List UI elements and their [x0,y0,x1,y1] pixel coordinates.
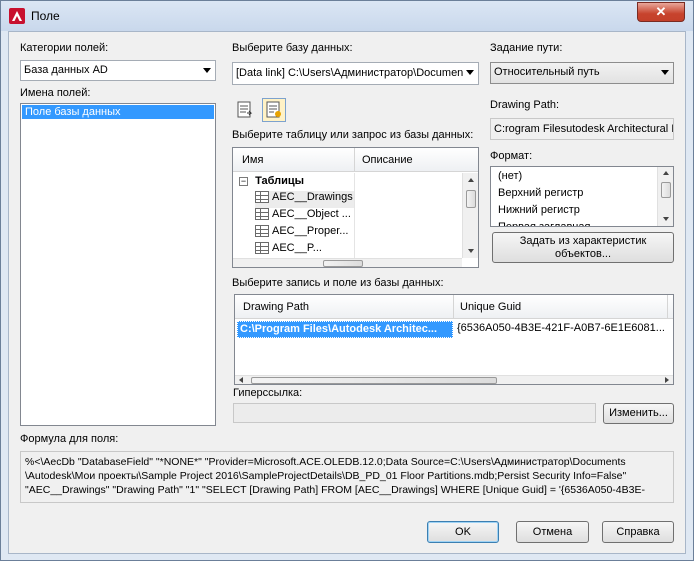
tree-item-drawings[interactable]: AEC__Drawings [255,191,354,208]
format-vertical-scrollbar[interactable] [657,167,673,226]
set-from-object-properties-button[interactable]: Задать из характеристик объектов... [492,232,674,263]
tree-item-object[interactable]: AEC__Object ... [255,208,354,225]
scroll-down-icon[interactable] [663,217,669,221]
hyperlink-field[interactable] [233,403,596,423]
table-icon [255,242,269,255]
scroll-right-icon[interactable] [665,377,669,383]
scroll-up-icon[interactable] [663,171,669,175]
select-record-label: Выберите запись и поле из базы данных: [232,277,444,289]
record-cell-unique-guid[interactable]: {6536A050-4B3E-421F-A0B7-6E1E6081... [457,321,667,338]
select-database-label: Выберите базу данных: [232,42,353,54]
path-type-select[interactable]: Относительный путь [490,62,674,84]
scroll-thumb[interactable] [466,190,476,208]
help-button[interactable]: Справка [602,521,674,543]
tables-tree: − Таблицы AEC__Drawings AEC__Object ... … [233,173,461,258]
tree-item-properties[interactable]: AEC__Proper... [255,225,354,242]
change-hyperlink-button[interactable]: Изменить... [603,403,674,424]
chevron-down-icon [466,70,474,75]
format-item-uppercase[interactable]: Верхний регистр [498,187,583,199]
field-category-select[interactable]: База данных AD [20,60,216,81]
tables-tree-grid[interactable]: Имя Описание − Таблицы AEC__Drawings AEC… [232,147,479,268]
hyperlink-label: Гиперссылка: [233,387,303,399]
scroll-up-icon[interactable] [468,178,474,182]
data-link-icon [237,101,253,118]
column-header-description[interactable]: Описание [362,154,413,166]
tables-horizontal-scrollbar[interactable] [233,258,462,267]
scroll-thumb[interactable] [661,182,671,198]
tables-grid-header: Имя Описание [233,148,478,172]
record-cell-drawing-path[interactable]: C:\Program Files\Autodesk Architec... [237,321,453,338]
select-table-label: Выберите таблицу или запрос из базы данн… [232,129,474,141]
records-horizontal-scrollbar[interactable] [235,375,673,384]
field-expression-box: %<\AecDb "DatabaseField" "*NONE*" "Provi… [20,451,674,503]
format-label: Формат: [490,150,533,162]
query-icon [266,101,281,118]
chevron-down-icon [203,68,211,73]
query-button[interactable] [262,98,286,122]
dialog-client: Категории полей: База данных AD Имена по… [8,31,686,554]
format-item-partial[interactable]: Первая заглавная... [498,221,600,226]
column-header-name[interactable]: Имя [242,154,263,166]
field-dialog: Поле ✕ Категории полей: База данных AD И… [0,0,694,561]
tree-group-tables[interactable]: − Таблицы [239,175,304,190]
tables-vertical-scrollbar[interactable] [462,173,478,258]
field-categories-label: Категории полей: [20,42,109,54]
autocad-logo-icon [9,8,25,24]
path-type-value: Относительный путь [494,66,600,78]
field-expression-label: Формула для поля: [20,433,119,445]
field-expression-line: %<\AecDb "DatabaseField" "*NONE*" "Provi… [25,456,626,468]
scroll-left-icon[interactable] [239,377,243,383]
column-header-unique-guid[interactable]: Unique Guid [460,301,521,313]
field-category-value: База данных AD [24,64,108,76]
path-setting-label: Задание пути: [490,42,563,54]
ok-button[interactable]: OK [427,521,499,543]
database-select[interactable]: [Data link] C:\Users\Администратор\Docum… [232,62,479,85]
drawing-path-label: Drawing Path: [490,99,560,111]
column-header-drawing-path[interactable]: Drawing Path [243,301,309,313]
field-names-label: Имена полей: [20,87,91,99]
close-button[interactable]: ✕ [637,2,685,22]
format-item-lowercase[interactable]: Нижний регистр [498,204,580,216]
scroll-thumb[interactable] [251,377,497,384]
data-link-manager-button[interactable] [234,98,258,122]
tree-group-label: Таблицы [255,175,305,187]
collapse-icon[interactable]: − [239,176,248,186]
window-title: Поле [31,9,60,23]
table-icon [255,208,269,221]
field-name-item-database[interactable]: Поле базы данных [22,105,214,119]
field-names-list[interactable]: Поле базы данных [20,103,216,426]
database-value: [Data link] C:\Users\Администратор\Docum… [236,67,464,79]
table-icon [255,225,269,238]
field-expression-line: "AEC__Drawings" "Drawing Path" "1" "SELE… [25,484,645,496]
table-icon [255,191,269,204]
format-item-none[interactable]: (нет) [498,170,522,182]
records-grid[interactable]: Drawing Path Unique Guid C:\Program File… [234,294,674,385]
tree-item-partial[interactable]: AEC__P... [255,242,354,256]
scroll-thumb[interactable] [323,260,363,267]
title-bar[interactable]: Поле ✕ [1,1,693,31]
scroll-down-icon[interactable] [468,249,474,253]
close-icon: ✕ [655,4,667,19]
drawing-path-preview: C:rogram Filesutodesk Architectural I [490,118,674,140]
chevron-down-icon [661,70,669,75]
records-grid-header: Drawing Path Unique Guid [235,295,673,319]
format-list[interactable]: (нет) Верхний регистр Нижний регистр Пер… [490,166,674,227]
cancel-button[interactable]: Отмена [516,521,589,543]
field-expression-line: \Autodesk\Мои проекты\Sample Project 201… [25,470,627,482]
